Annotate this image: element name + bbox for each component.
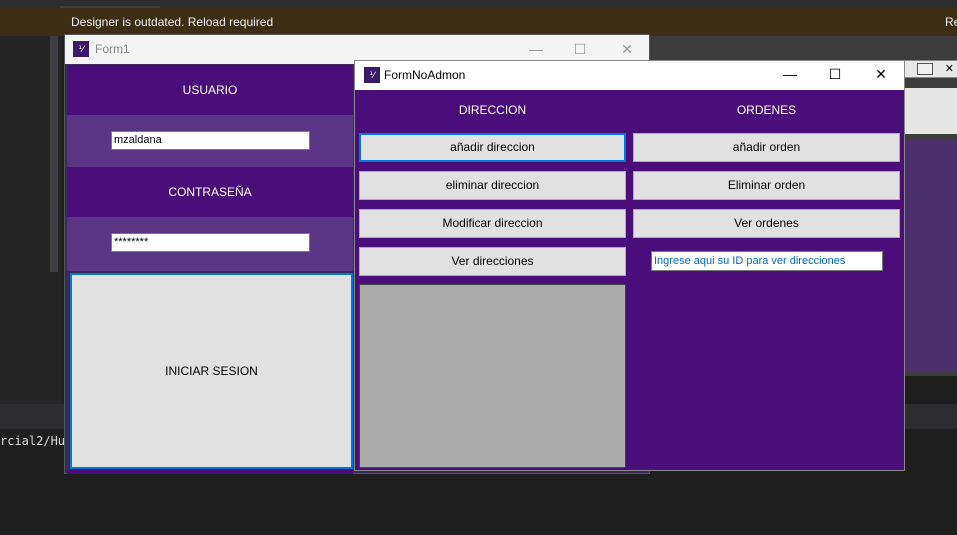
username-band: mzaldana [67, 115, 353, 167]
contrasena-label: CONTRASEÑA [67, 167, 353, 217]
maximize-icon[interactable]: ☐ [825, 64, 845, 84]
minimize-icon[interactable]: — [780, 64, 800, 84]
form1-footer [67, 469, 353, 474]
username-input[interactable]: mzaldana [111, 131, 310, 150]
close-icon[interactable]: ✕ [617, 39, 637, 59]
designer-infobar: Designer is outdated. Reload required Re [0, 8, 957, 36]
addresses-grid[interactable] [359, 284, 626, 468]
reload-link[interactable]: Re [945, 15, 957, 29]
login-button[interactable]: INICIAR SESION [70, 273, 353, 469]
add-order-button[interactable]: añadir orden [633, 133, 900, 162]
delete-order-button[interactable]: Eliminar orden [633, 171, 900, 200]
toolbar-button[interactable] [917, 63, 933, 75]
maximize-icon[interactable]: ☐ [570, 39, 590, 59]
formnoadmon-title: FormNoAdmon [384, 68, 466, 82]
close-icon[interactable]: ✕ [871, 64, 891, 84]
formnoadmon-titlebar[interactable]: ⅟ FormNoAdmon — ☐ ✕ [355, 61, 904, 90]
delete-address-button[interactable]: eliminar direccion [359, 171, 626, 200]
password-band: ******** [67, 217, 353, 271]
left-pane-scrollbar[interactable] [50, 36, 58, 272]
id-input[interactable]: Ingrese aqui su ID para ver direcciones [651, 251, 883, 271]
view-orders-button[interactable]: Ver ordenes [633, 209, 900, 238]
usuario-label: USUARIO [67, 65, 353, 115]
minimize-icon[interactable]: — [526, 39, 546, 59]
designer-purple-panel [904, 140, 957, 372]
add-address-button[interactable]: añadir direccion [359, 133, 626, 162]
modify-address-button[interactable]: Modificar direccion [359, 209, 626, 238]
ide-top-strip [0, 0, 957, 8]
view-addresses-button[interactable]: Ver direcciones [359, 247, 626, 276]
ide-left-pane [0, 36, 62, 404]
designer-panel [904, 88, 957, 134]
form1-title: Form1 [95, 42, 130, 56]
app-icon: ⅟ [364, 67, 380, 83]
infobar-message: Designer is outdated. Reload required [71, 15, 274, 29]
formnoadmon-window: ⅟ FormNoAdmon — ☐ ✕ DIRECCION ORDENES añ… [354, 60, 905, 471]
app-icon: ⅟ [73, 41, 89, 57]
terminal-path: rcial2/Hug [0, 434, 73, 448]
ordenes-header: ORDENES [736, 103, 797, 117]
direccion-header: DIRECCION [458, 103, 527, 117]
password-input[interactable]: ******** [111, 233, 310, 252]
close-icon[interactable]: ✕ [945, 62, 954, 75]
